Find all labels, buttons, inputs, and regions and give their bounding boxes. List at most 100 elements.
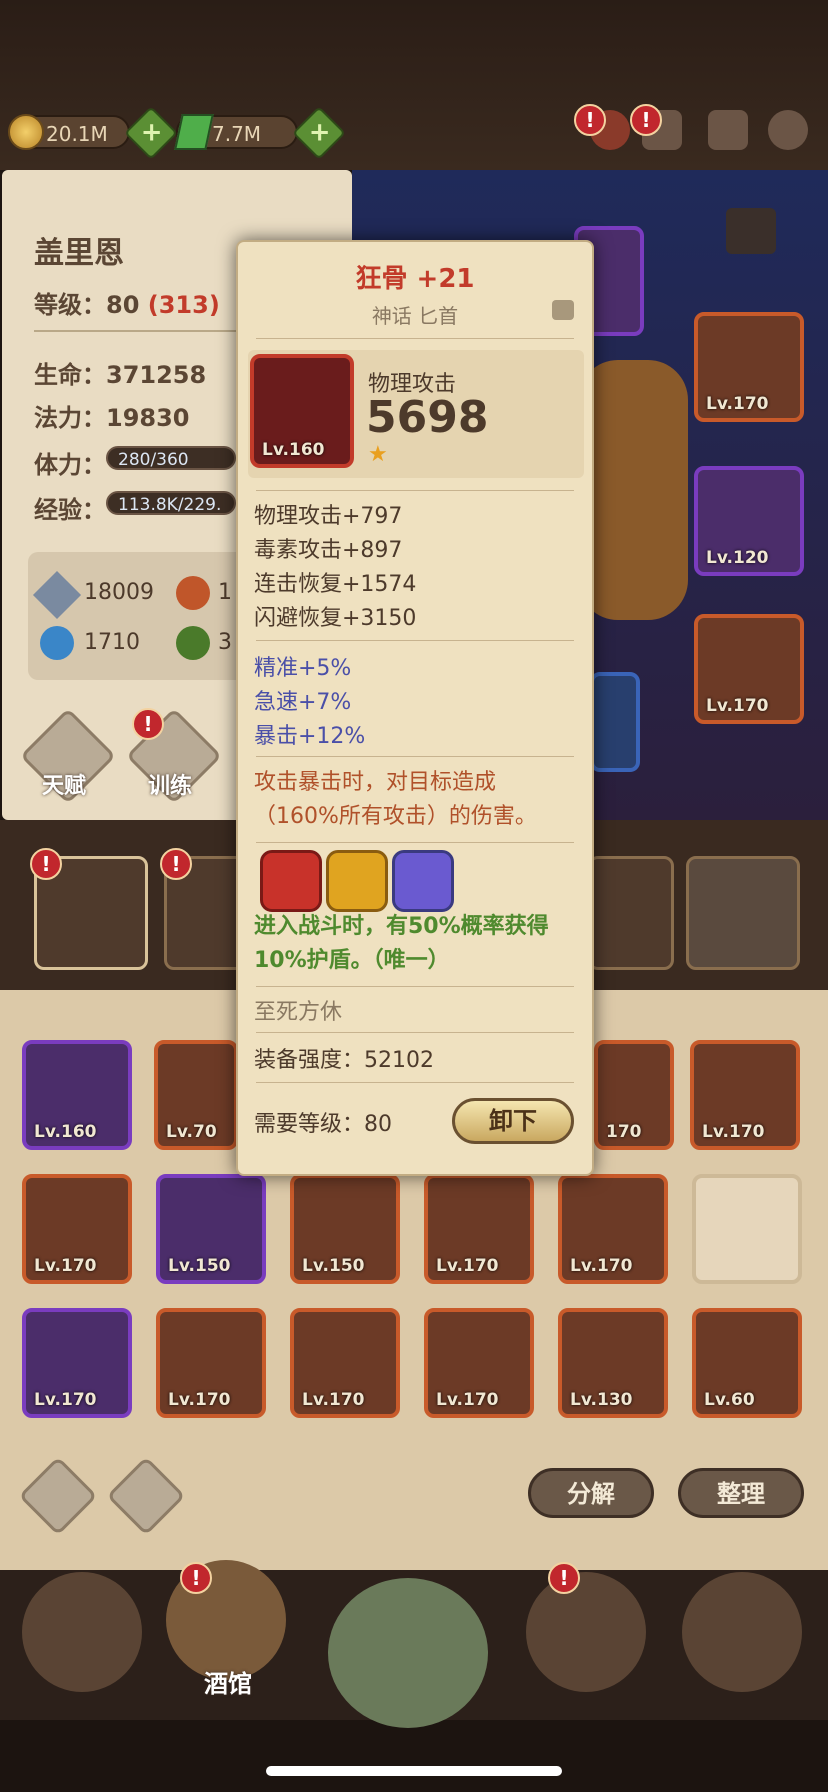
decompose-button[interactable]: 分解 bbox=[528, 1468, 654, 1518]
divider bbox=[256, 1032, 574, 1033]
hero-alert-badge: ! bbox=[30, 848, 62, 880]
divider bbox=[256, 986, 574, 987]
inventory-item[interactable]: Lv.60 bbox=[692, 1308, 802, 1418]
inventory-item[interactable]: Lv.170 bbox=[690, 1040, 800, 1150]
tavern-alert-badge: ! bbox=[180, 1562, 212, 1594]
sort-button[interactable]: 整理 bbox=[678, 1468, 804, 1518]
exp-bar: 113.8K/229. bbox=[106, 491, 236, 515]
power-row: 装备强度：52102 bbox=[254, 1042, 434, 1074]
fire-icon bbox=[176, 576, 210, 610]
level-label: 等级： bbox=[34, 291, 106, 319]
item-level: Lv.170 bbox=[436, 1256, 499, 1276]
level-value: 80 bbox=[106, 291, 140, 319]
town-nav-icon[interactable] bbox=[22, 1572, 142, 1692]
base-stat: 毒素攻击+897 bbox=[254, 538, 403, 563]
slot-level: Lv.120 bbox=[706, 548, 769, 568]
bonus-stat: 精准+5% bbox=[254, 656, 352, 681]
item-level: Lv.160 bbox=[34, 1122, 97, 1142]
equipped-slot[interactable]: Lv.170 bbox=[694, 614, 804, 724]
locked-hero-slot bbox=[686, 856, 800, 970]
wardrobe-icon[interactable] bbox=[726, 208, 776, 254]
inventory-item[interactable]: Lv.70 bbox=[154, 1040, 238, 1150]
poison-attr: 3 bbox=[218, 630, 232, 655]
gem-value: 7.7M bbox=[212, 122, 262, 146]
unequip-button[interactable]: 卸下 bbox=[452, 1098, 574, 1144]
inventory-item[interactable]: Lv.170 bbox=[290, 1308, 400, 1418]
divider bbox=[256, 756, 574, 757]
training-alert-badge: ! bbox=[132, 708, 164, 740]
rainbow-gem-icon bbox=[392, 850, 454, 912]
item-level: 170 bbox=[606, 1122, 642, 1142]
gold-coin-icon bbox=[8, 114, 44, 150]
shirt-icon bbox=[552, 300, 574, 320]
item-level: Lv.150 bbox=[168, 1256, 231, 1276]
mp-row: 法力：19830 bbox=[34, 398, 190, 433]
hero-level-row: 等级：80 (313) bbox=[34, 285, 220, 320]
inventory-item[interactable]: Lv.170 bbox=[424, 1308, 534, 1418]
mp-label: 法力： bbox=[34, 404, 106, 432]
mp-value: 19830 bbox=[106, 404, 190, 432]
item-title: 狂骨 +21 bbox=[355, 264, 475, 294]
item-level: Lv.170 bbox=[302, 1390, 365, 1410]
power-value: 52102 bbox=[364, 1048, 435, 1073]
gold-value: 20.1M bbox=[46, 122, 108, 146]
adventure-nav-icon[interactable] bbox=[328, 1578, 488, 1728]
divider bbox=[256, 1082, 574, 1083]
inventory-item[interactable]: Lv.170 bbox=[424, 1174, 534, 1284]
inventory-item[interactable]: Lv.170 bbox=[22, 1308, 132, 1418]
home-indicator[interactable] bbox=[266, 1766, 562, 1776]
slot-level: Lv.170 bbox=[706, 394, 769, 414]
hero-figure bbox=[578, 360, 688, 620]
inventory-item[interactable]: Lv.150 bbox=[156, 1174, 266, 1284]
gold-gem-icon bbox=[326, 850, 388, 912]
plus-icon: + bbox=[308, 117, 331, 148]
event-alert-badge: ! bbox=[574, 104, 606, 136]
equipped-slot[interactable] bbox=[590, 672, 640, 772]
training-label: 训练 bbox=[148, 774, 193, 799]
tavern-label: 酒馆 bbox=[204, 1670, 252, 1698]
item-level: Lv.160 bbox=[262, 440, 325, 460]
base-stat: 连击恢复+1574 bbox=[254, 572, 417, 597]
main-stat-value: 5698 bbox=[366, 392, 489, 443]
item-level: Lv.170 bbox=[702, 1122, 765, 1142]
inventory-item[interactable]: Lv.130 bbox=[558, 1308, 668, 1418]
bonus-stat: 急速+7% bbox=[254, 690, 352, 715]
stamina-label: 体力： bbox=[34, 451, 106, 479]
divider bbox=[256, 640, 574, 641]
settings-gear-icon[interactable] bbox=[768, 110, 808, 150]
hero-card[interactable] bbox=[588, 856, 674, 970]
forge-nav-icon[interactable] bbox=[682, 1572, 802, 1692]
base-stat: 闪避恢复+3150 bbox=[254, 606, 417, 631]
empty-inventory-slot[interactable] bbox=[692, 1174, 802, 1284]
level-extra: (313) bbox=[147, 291, 220, 319]
hero-alert-badge: ! bbox=[160, 848, 192, 880]
inventory-item[interactable]: Lv.160 bbox=[22, 1040, 132, 1150]
gem-effect: 进入战斗时，有50%概率获得10%护盾。（唯一） bbox=[254, 914, 549, 973]
required-level-label: 需要等级： bbox=[254, 1112, 365, 1137]
equipped-slot[interactable]: Lv.120 bbox=[694, 466, 804, 576]
power-label: 装备强度： bbox=[254, 1048, 365, 1073]
ice-icon bbox=[40, 626, 74, 660]
ice-attr: 1710 bbox=[84, 630, 140, 655]
hp-value: 371258 bbox=[106, 361, 207, 389]
poison-icon bbox=[176, 626, 210, 660]
base-stat: 物理攻击+797 bbox=[254, 504, 403, 529]
divider bbox=[256, 490, 574, 491]
inventory-item[interactable]: 170 bbox=[594, 1040, 674, 1150]
hero-name: 盖里恩 bbox=[34, 236, 124, 271]
required-level-value: 80 bbox=[364, 1112, 393, 1137]
guild-nav-icon[interactable] bbox=[526, 1572, 646, 1692]
mail-icon[interactable] bbox=[708, 110, 748, 150]
inventory-item[interactable]: Lv.150 bbox=[290, 1174, 400, 1284]
talent-label: 天赋 bbox=[42, 774, 87, 799]
inventory-item[interactable]: Lv.170 bbox=[22, 1174, 132, 1284]
attack-attr: 18009 bbox=[84, 580, 154, 605]
fire-attr: 1 bbox=[218, 580, 232, 605]
chat-alert-badge: ! bbox=[630, 104, 662, 136]
item-effect: 攻击暴击时，对目标造成（160%所有攻击）的伤害。 bbox=[254, 770, 537, 829]
equipped-slot[interactable]: Lv.170 bbox=[694, 312, 804, 422]
inventory-item[interactable]: Lv.170 bbox=[156, 1308, 266, 1418]
divider bbox=[256, 842, 574, 843]
inventory-item[interactable]: Lv.170 bbox=[558, 1174, 668, 1284]
item-level: Lv.150 bbox=[302, 1256, 365, 1276]
